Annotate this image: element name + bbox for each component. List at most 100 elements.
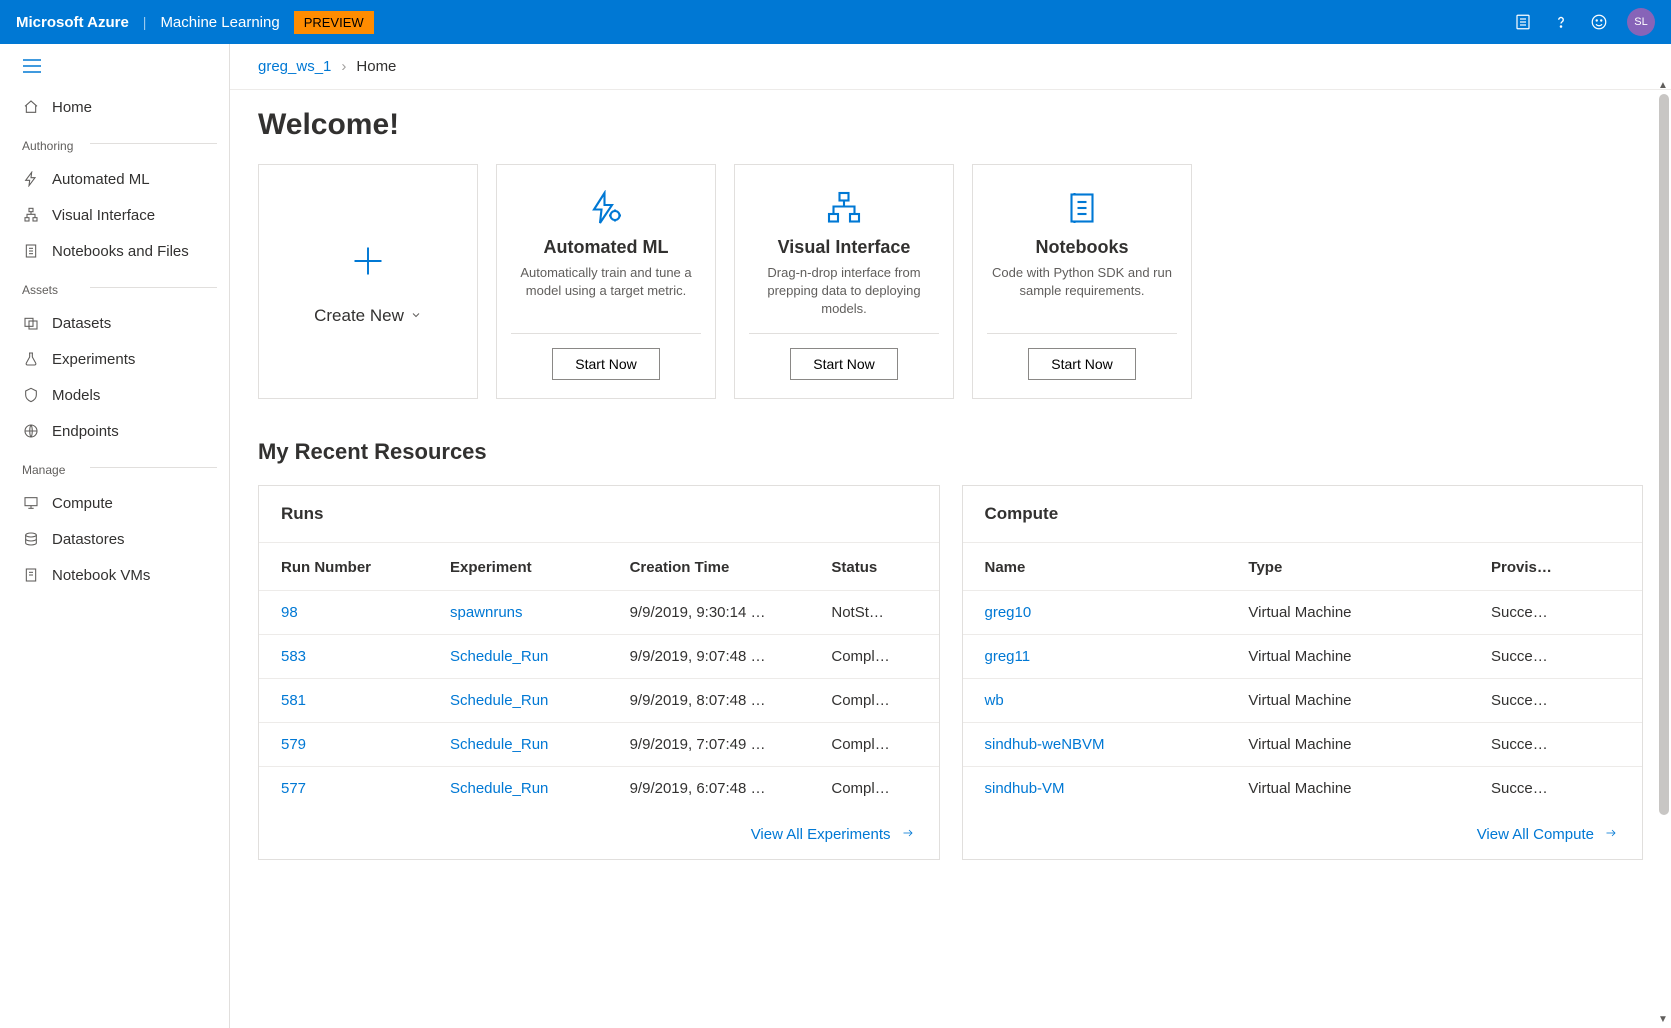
automl-icon [22,170,40,188]
compute-name-link[interactable]: greg11 [985,648,1031,665]
table-row: sindhub-weNBVMVirtual MachineSucce… [963,722,1643,766]
run-number-link[interactable]: 577 [281,780,306,797]
runs-col-time[interactable]: Creation Time [608,543,810,591]
scroll-up-icon[interactable]: ▲ [1657,80,1669,92]
run-time: 9/9/2019, 9:07:48 … [608,634,810,678]
sidebar-item-compute[interactable]: Compute [0,485,229,521]
table-row: 98 spawnruns 9/9/2019, 9:30:14 …NotSt… [259,590,939,634]
sidebar-section-manage: Manage [0,449,229,485]
experiment-link[interactable]: spawnruns [450,604,523,621]
sidebar-item-automl[interactable]: Automated ML [0,161,229,197]
compute-table: Name Type Provis… greg10Virtual MachineS… [963,543,1643,810]
help-icon[interactable] [1551,12,1571,32]
run-status: Compl… [809,766,938,810]
sidebar-item-experiments[interactable]: Experiments [0,341,229,377]
run-number-link[interactable]: 579 [281,736,306,753]
avatar[interactable]: SL [1627,8,1655,36]
datasets-icon [22,314,40,332]
runs-panel: Runs Run Number Experiment Creation Time… [258,485,940,860]
sidebar-item-notebookvms[interactable]: Notebook VMs [0,557,229,593]
scrollbar[interactable] [1659,94,1669,1018]
view-all-experiments-link[interactable]: View All Experiments [751,826,917,843]
table-row: 583 Schedule_Run 9/9/2019, 9:07:48 …Compl… [259,634,939,678]
arrow-right-icon [1602,826,1620,843]
compute-panel: Compute Name Type Provis… greg10Virtual … [962,485,1644,860]
card-title: Notebooks [1035,237,1128,258]
sidebar-item-label: Visual Interface [52,207,155,224]
sidebar-item-visual[interactable]: Visual Interface [0,197,229,233]
sidebar-item-datasets[interactable]: Datasets [0,305,229,341]
notebook-icon [1064,187,1100,229]
experiment-link[interactable]: Schedule_Run [450,780,548,797]
experiment-link[interactable]: Schedule_Run [450,692,548,709]
arrow-right-icon [899,826,917,843]
welcome-cards: Create New Automated ML Automatically tr… [258,164,1643,399]
main: greg_ws_1 › Home Welcome! Create New [230,44,1671,1028]
compute-type: Virtual Machine [1226,590,1469,634]
compute-prov: Succe… [1469,722,1642,766]
sidebar-item-label: Experiments [52,351,135,368]
automl-card: Automated ML Automatically train and tun… [496,164,716,399]
datastores-icon [22,530,40,548]
compute-col-name[interactable]: Name [963,543,1227,591]
sidebar-item-label: Datasets [52,315,111,332]
brand-title[interactable]: Microsoft Azure [16,14,129,31]
run-time: 9/9/2019, 8:07:48 … [608,678,810,722]
card-desc: Code with Python SDK and run sample requ… [987,264,1177,319]
sidebar-item-label: Notebook VMs [52,567,150,584]
compute-col-prov[interactable]: Provis… [1469,543,1642,591]
breadcrumb-workspace-link[interactable]: greg_ws_1 [258,58,331,75]
experiment-link[interactable]: Schedule_Run [450,736,548,753]
run-number-link[interactable]: 98 [281,604,298,621]
notebooks-start-button[interactable]: Start Now [1028,348,1135,380]
run-status: Compl… [809,634,938,678]
run-status: NotSt… [809,590,938,634]
compute-prov: Succe… [1469,590,1642,634]
scroll-down-icon[interactable]: ▼ [1657,1014,1669,1026]
sidebar-item-home[interactable]: Home [0,89,229,125]
view-all-compute-link[interactable]: View All Compute [1477,826,1620,843]
sidebar-item-label: Automated ML [52,171,150,188]
table-row: 581Schedule_Run9/9/2019, 8:07:48 …Compl… [259,678,939,722]
create-new-card[interactable]: Create New [258,164,478,399]
feedback-icon[interactable] [1589,12,1609,32]
compute-name-link[interactable]: sindhub-VM [985,780,1065,797]
sidebar-item-label: Notebooks and Files [52,243,189,260]
runs-col-num[interactable]: Run Number [259,543,428,591]
compute-prov: Succe… [1469,634,1642,678]
compute-name-link[interactable]: sindhub-weNBVM [985,736,1105,753]
experiment-link[interactable]: Schedule_Run [450,648,548,665]
visual-icon [22,206,40,224]
service-name[interactable]: Machine Learning [160,14,279,31]
automl-start-button[interactable]: Start Now [552,348,659,380]
compute-type: Virtual Machine [1226,766,1469,810]
run-number-link[interactable]: 583 [281,648,306,665]
table-row: greg10 Virtual MachineSucce… [963,590,1643,634]
page-title: Welcome! [258,108,1643,142]
sidebar-item-label: Home [52,99,92,116]
compute-type: Virtual Machine [1226,634,1469,678]
sidebar-item-notebooks[interactable]: Notebooks and Files [0,233,229,269]
table-row: 579Schedule_Run9/9/2019, 7:07:49 …Compl… [259,722,939,766]
create-new-label: Create New [314,306,404,326]
sidebar-item-models[interactable]: Models [0,377,229,413]
sidebar: Home Authoring Automated ML Visual Inter… [0,44,230,1028]
run-time: 9/9/2019, 9:30:14 … [608,590,810,634]
run-number-link[interactable]: 581 [281,692,306,709]
directory-icon[interactable] [1513,12,1533,32]
runs-col-exp[interactable]: Experiment [428,543,608,591]
visual-start-button[interactable]: Start Now [790,348,897,380]
chevron-right-icon: › [341,58,346,75]
preview-badge: PREVIEW [294,11,374,34]
runs-col-status[interactable]: Status [809,543,938,591]
visual-icon [826,187,862,229]
home-icon [22,98,40,116]
hamburger-icon[interactable] [0,58,229,89]
compute-name-link[interactable]: greg10 [985,604,1032,621]
compute-name-link[interactable]: wb [985,692,1004,709]
compute-prov: Succe… [1469,766,1642,810]
sidebar-item-endpoints[interactable]: Endpoints [0,413,229,449]
sidebar-item-datastores[interactable]: Datastores [0,521,229,557]
compute-col-type[interactable]: Type [1226,543,1469,591]
visual-card: Visual Interface Drag-n-drop interface f… [734,164,954,399]
